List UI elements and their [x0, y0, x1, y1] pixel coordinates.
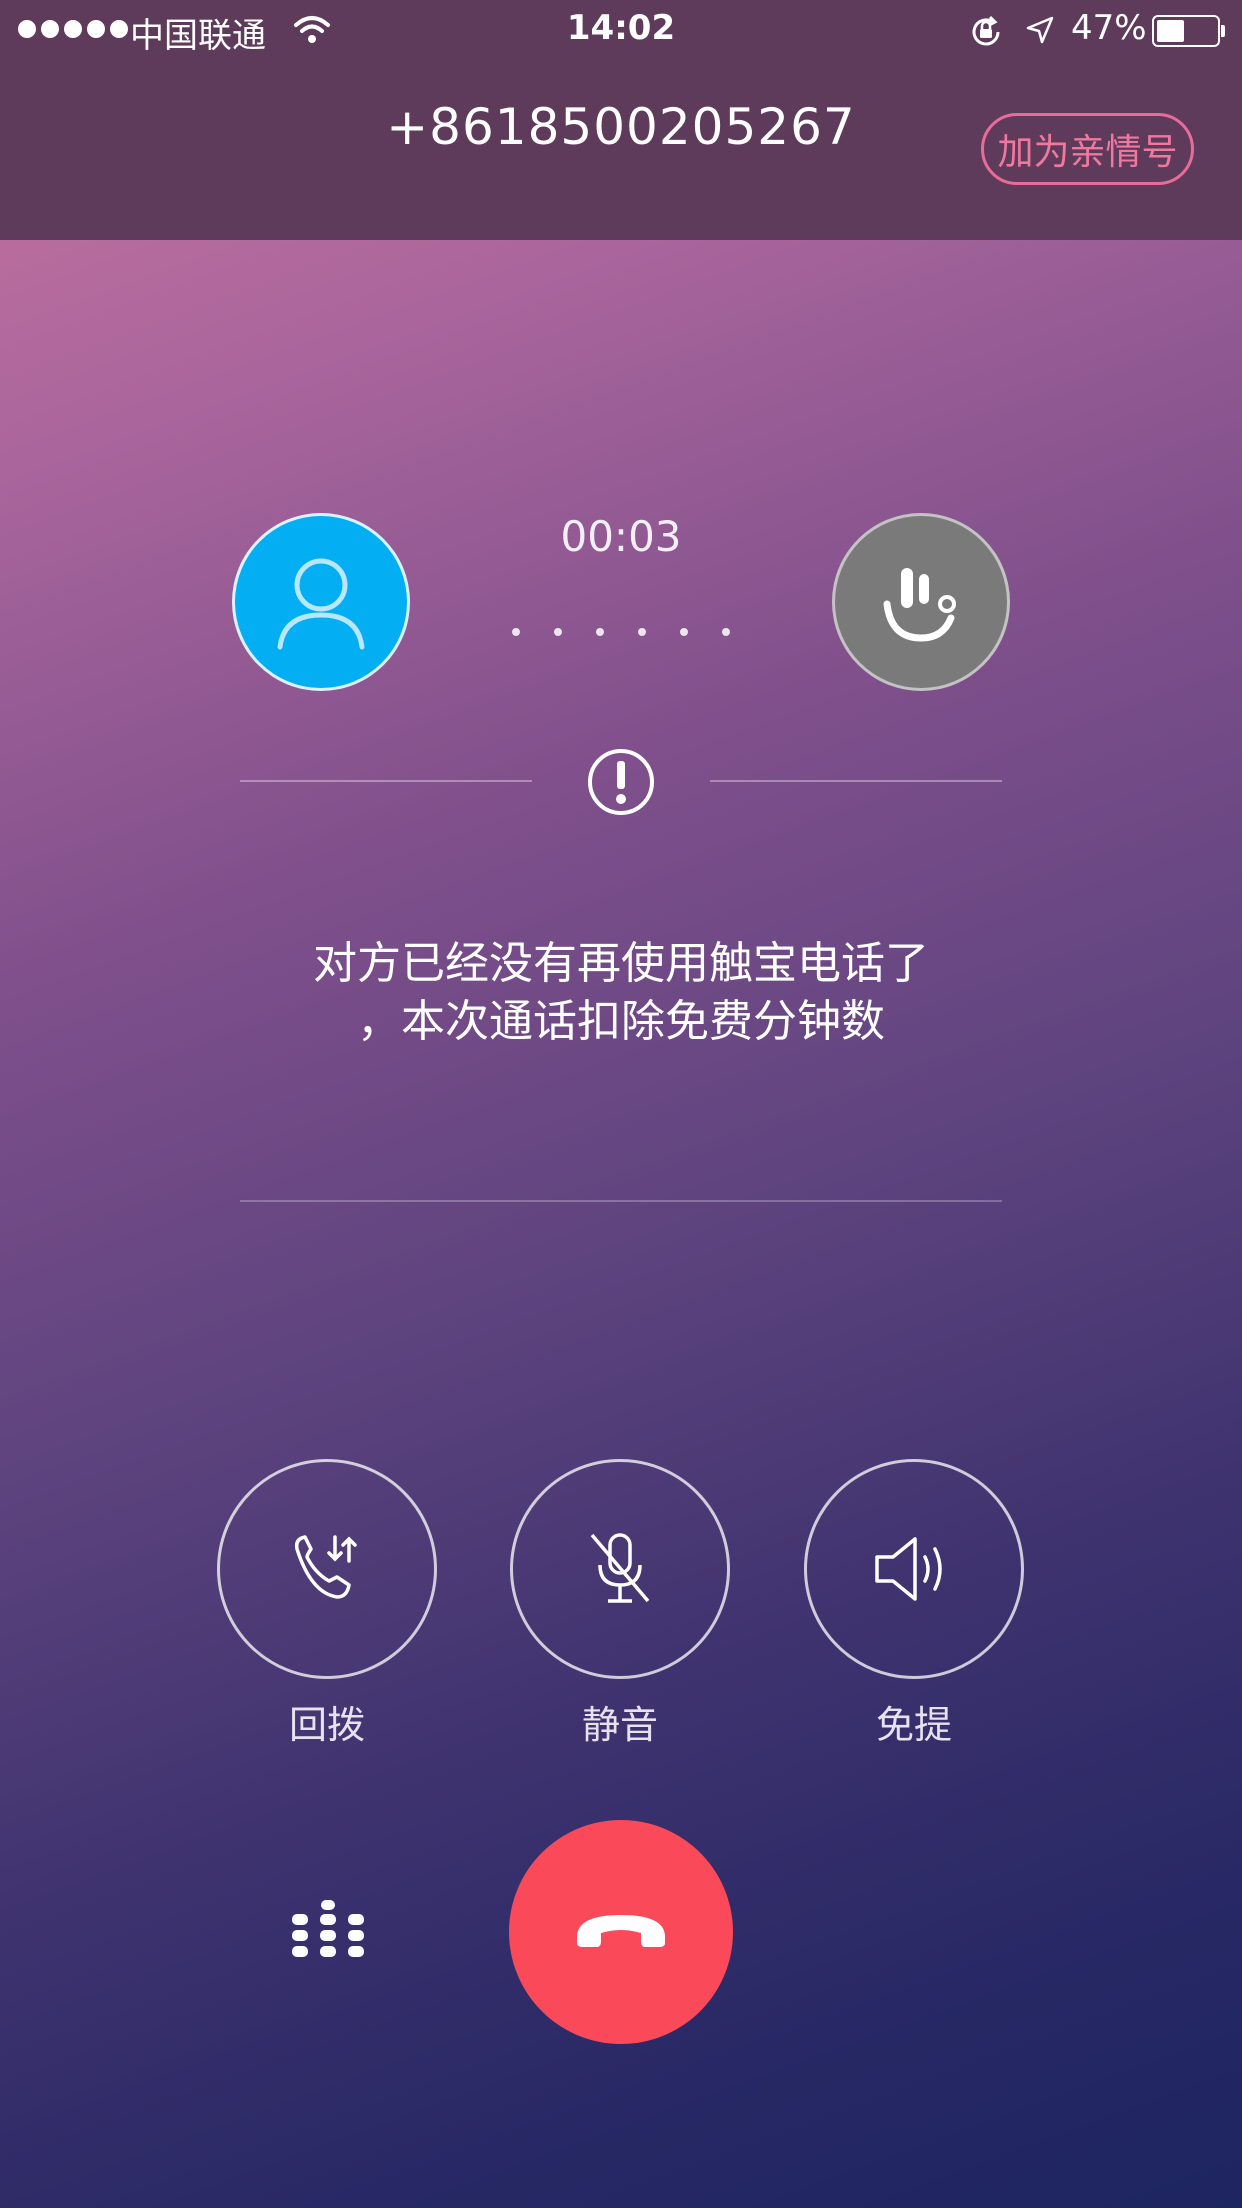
callback-button[interactable] — [217, 1459, 437, 1679]
mute-label: 静音 — [581, 1703, 658, 1747]
notice-line-1: 对方已经没有再使用触宝电话了 — [313, 938, 929, 989]
rotation-lock-icon — [972, 15, 1000, 46]
battery-tip — [1221, 25, 1225, 37]
warning-icon — [588, 749, 654, 815]
speaker-icon — [875, 1537, 942, 1601]
notice-line-2: ，本次通话扣除免费分钟数 — [357, 996, 885, 1047]
mute-button[interactable] — [510, 1459, 730, 1679]
speaker-label: 免提 — [875, 1703, 952, 1747]
callback-icon — [294, 1535, 357, 1599]
connecting-dots — [0, 628, 1242, 636]
call-duration: 00:03 — [560, 512, 682, 561]
touchpal-logo-icon — [883, 568, 956, 642]
divider-left — [240, 780, 532, 782]
message-divider — [240, 1200, 1002, 1202]
battery-percent: 47% — [1071, 8, 1147, 48]
battery-icon — [1152, 15, 1220, 47]
divider-right — [710, 780, 1002, 782]
hang-up-phone-icon — [577, 1915, 665, 1947]
status-bar: 中国联通 14:02 47% — [0, 0, 1242, 62]
hang-up-button[interactable] — [509, 1820, 733, 2044]
speaker-button[interactable] — [804, 1459, 1024, 1679]
person-icon — [277, 558, 365, 650]
add-family-number-button[interactable]: 加为亲情号 — [981, 113, 1194, 185]
location-arrow-icon — [1026, 16, 1054, 44]
dialpad-icon[interactable] — [290, 1900, 366, 1966]
call-notice-message: 对方已经没有再使用触宝电话了 ，本次通话扣除免费分钟数 — [0, 935, 1242, 1051]
mic-muted-icon — [590, 1533, 650, 1603]
callback-label: 回拨 — [288, 1703, 365, 1747]
